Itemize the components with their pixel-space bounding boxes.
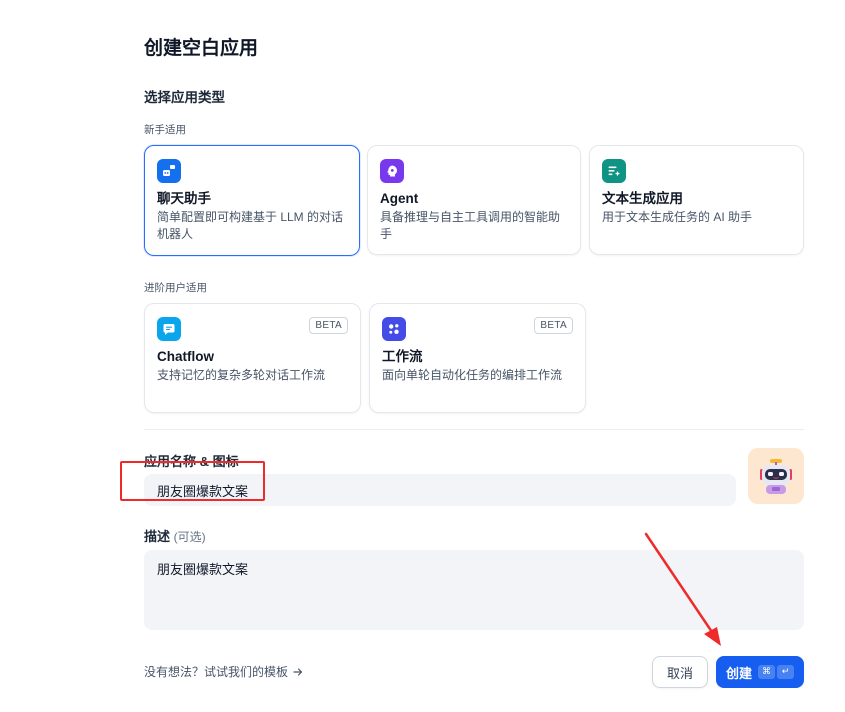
cancel-button[interactable]: 取消 <box>652 656 708 688</box>
app-name-input[interactable] <box>144 474 736 506</box>
page-title: 创建空白应用 <box>144 38 259 59</box>
app-type-card-chat-assistant[interactable]: 聊天助手 简单配置即可构建基于 LLM 的对话机器人 <box>144 145 360 256</box>
arrow-right-icon <box>293 667 303 676</box>
card-desc: 支持记忆的复杂多轮对话工作流 <box>157 368 326 382</box>
chat-bot-icon <box>157 159 181 183</box>
card-title: 工作流 <box>382 349 423 364</box>
workflow-icon <box>382 317 406 341</box>
card-title: 聊天助手 <box>157 191 211 206</box>
card-title: Chatflow <box>157 349 214 364</box>
card-desc: 简单配置即可构建基于 LLM 的对话机器人 <box>157 210 344 241</box>
group-label-advanced: 进阶用户适用 <box>144 282 207 294</box>
optional-label: (可选) <box>173 530 206 544</box>
section-title: 选择应用类型 <box>144 90 225 105</box>
template-link-label: 没有想法？试试我们的模板 <box>144 665 289 679</box>
robot-avatar-icon <box>760 459 792 494</box>
card-title: 文本生成应用 <box>602 191 683 206</box>
app-type-card-chatflow[interactable]: BETA Chatflow 支持记忆的复杂多轮对话工作流 <box>144 303 361 413</box>
name-field-label: 应用名称 & 图标 <box>144 454 239 469</box>
command-key-icon: ⌘ <box>758 665 775 679</box>
app-type-card-workflow[interactable]: BETA 工作流 面向单轮自动化任务的编排工作流 <box>369 303 586 413</box>
beta-badge: BETA <box>309 317 348 334</box>
template-link[interactable]: 没有想法？试试我们的模板 <box>144 663 304 680</box>
app-type-card-agent[interactable]: Agent 具备推理与自主工具调用的智能助手 <box>367 145 581 255</box>
card-desc: 具备推理与自主工具调用的智能助手 <box>380 210 561 241</box>
create-button-label: 创建 <box>725 665 752 681</box>
create-button[interactable]: 创建 ⌘ ↵ <box>716 656 804 688</box>
beta-badge: BETA <box>534 317 573 334</box>
shortcut-keys: ⌘ ↵ <box>758 665 794 679</box>
text-generator-icon <box>602 159 626 183</box>
description-textarea[interactable]: 朋友圈爆款文案 <box>144 550 804 630</box>
divider <box>144 429 804 430</box>
card-desc: 用于文本生成任务的 AI 助手 <box>602 210 753 224</box>
agent-icon <box>380 159 404 183</box>
card-title: Agent <box>380 191 419 206</box>
group-label-beginner: 新手适用 <box>144 124 186 136</box>
chatflow-icon <box>157 317 181 341</box>
app-type-card-text-generator[interactable]: 文本生成应用 用于文本生成任务的 AI 助手 <box>589 145 804 255</box>
card-desc: 面向单轮自动化任务的编排工作流 <box>382 368 563 382</box>
enter-key-icon: ↵ <box>777 665 794 679</box>
desc-field-label: 描述 (可选) <box>144 526 206 545</box>
app-icon-picker[interactable] <box>748 448 804 504</box>
desc-label-text: 描述 <box>144 529 171 544</box>
